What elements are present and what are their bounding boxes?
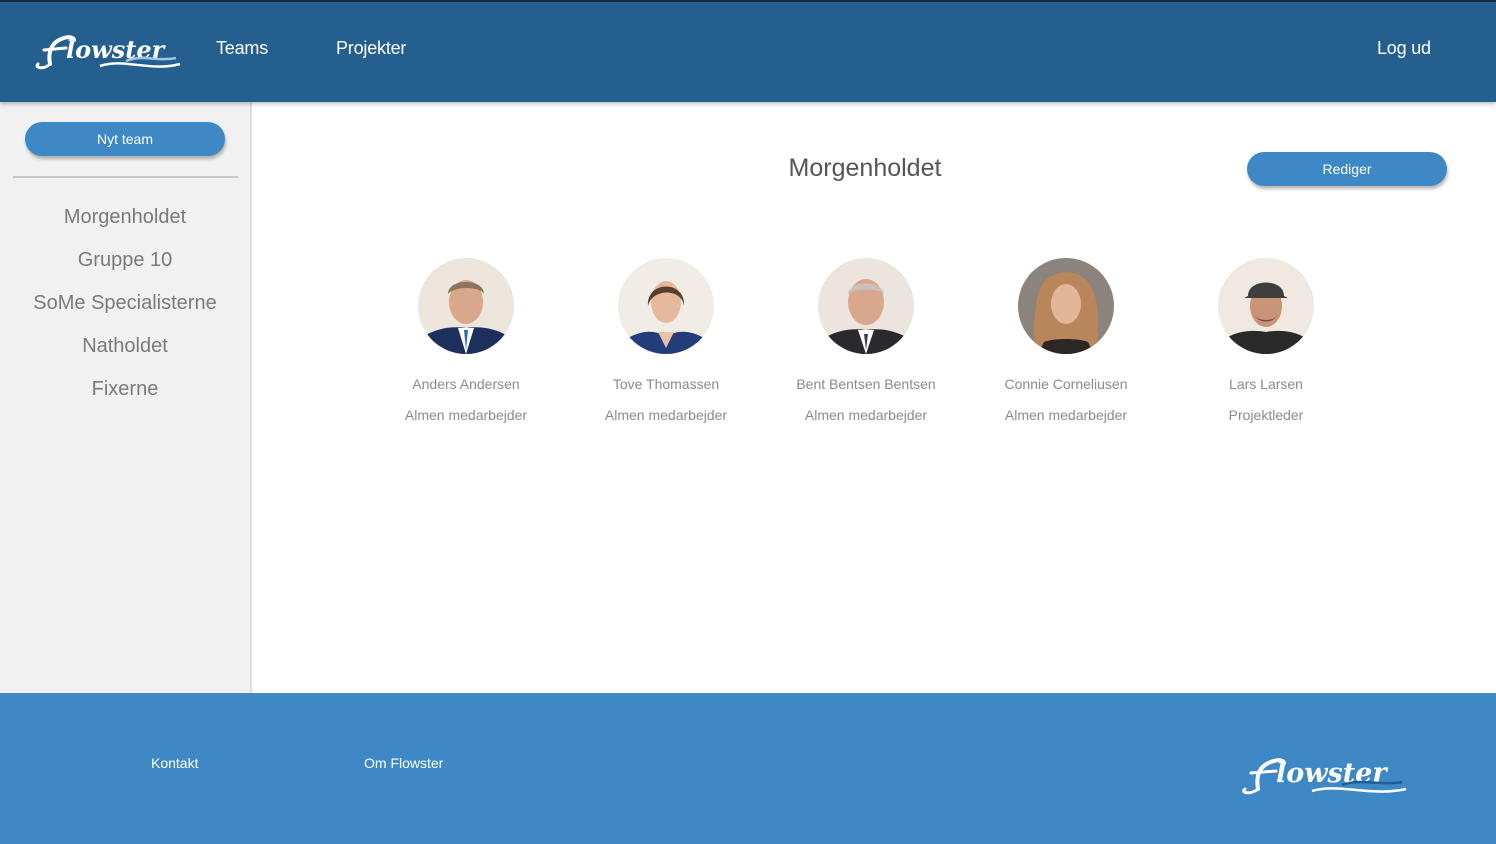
sidebar-divider xyxy=(13,176,238,178)
flowster-logo[interactable]: lowster xyxy=(30,28,182,76)
member-name: Connie Corneliusen xyxy=(1004,376,1128,392)
member-avatar xyxy=(818,258,914,354)
sidebar-item-natholdet[interactable]: Natholdet xyxy=(0,333,250,376)
sidebar-item-fixerne[interactable]: Fixerne xyxy=(0,376,250,419)
member-role: Projektleder xyxy=(1228,407,1304,423)
member-role: Almen medarbejder xyxy=(804,407,928,423)
sidebar-item-gruppe-10[interactable]: Gruppe 10 xyxy=(0,247,250,290)
member-role: Almen medarbejder xyxy=(604,407,728,423)
team-sidebar: Nyt team Morgenholdet Gruppe 10 SoMe Spe… xyxy=(0,102,252,693)
nav-projekter-link[interactable]: Projekter xyxy=(336,38,406,59)
member-card[interactable]: Anders Andersen Almen medarbejder xyxy=(376,258,556,423)
member-card[interactable]: Lars Larsen Projektleder xyxy=(1176,258,1356,423)
member-avatar xyxy=(1218,258,1314,354)
member-card[interactable]: Bent Bentsen Bentsen Almen medarbejder xyxy=(776,258,956,423)
member-avatar xyxy=(1018,258,1114,354)
member-name: Bent Bentsen Bentsen xyxy=(796,376,936,392)
footer: Kontakt Om Flowster lowster xyxy=(0,693,1496,844)
team-title-text: Morgenholdet xyxy=(788,154,942,182)
member-card[interactable]: Tove Thomassen Almen medarbejder xyxy=(576,258,756,423)
svg-text:lowster: lowster xyxy=(1276,758,1388,789)
footer-om-flowster-link[interactable]: Om Flowster xyxy=(364,755,443,771)
top-navbar: lowster Teams Projekter Log ud xyxy=(0,0,1496,102)
member-card[interactable]: Connie Corneliusen Almen medarbejder xyxy=(976,258,1156,423)
member-role: Almen medarbejder xyxy=(404,407,528,423)
team-list: Morgenholdet Gruppe 10 SoMe Specialister… xyxy=(0,204,250,419)
member-avatar xyxy=(618,258,714,354)
edit-team-button[interactable]: Rediger xyxy=(1247,152,1447,186)
new-team-button[interactable]: Nyt team xyxy=(25,122,225,156)
member-avatar xyxy=(418,258,514,354)
logout-link[interactable]: Log ud xyxy=(1377,38,1431,59)
team-detail: Morgenholdet Rediger Anders Andersen Alm… xyxy=(252,102,1496,693)
footer-kontakt-link[interactable]: Kontakt xyxy=(151,755,198,771)
footer-flowster-logo: lowster xyxy=(1236,749,1408,801)
member-name: Anders Andersen xyxy=(412,376,520,392)
member-name: Lars Larsen xyxy=(1229,376,1303,392)
sidebar-item-morgenholdet[interactable]: Morgenholdet xyxy=(0,204,250,247)
member-role: Almen medarbejder xyxy=(1004,407,1128,423)
nav-teams-link[interactable]: Teams xyxy=(216,38,268,59)
member-name: Tove Thomassen xyxy=(612,376,720,392)
sidebar-item-some-specialisterne[interactable]: SoMe Specialisterne xyxy=(0,290,250,333)
member-list: Anders Andersen Almen medarbejder Tove T… xyxy=(252,258,1496,458)
